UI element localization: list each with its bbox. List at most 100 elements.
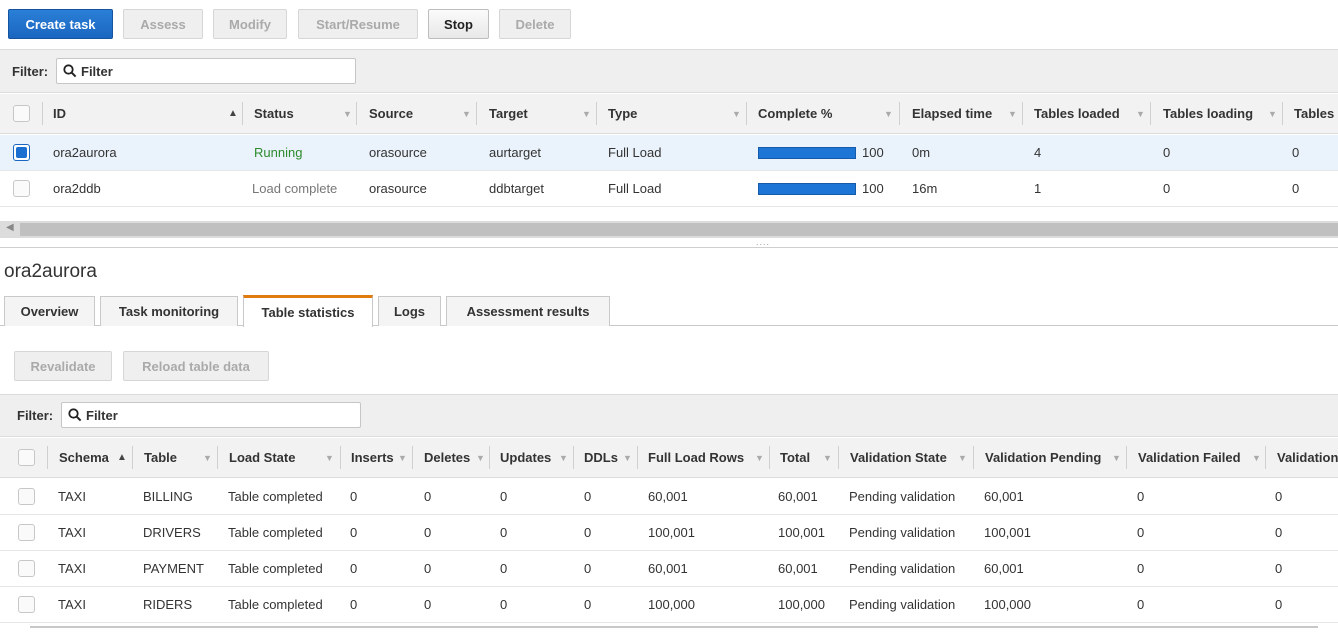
table-row[interactable]: ora2aurora Running orasource aurtarget F… xyxy=(0,135,1338,171)
col-target[interactable]: Target xyxy=(489,94,528,133)
progress-bar xyxy=(758,183,856,195)
cell-inserts: 0 xyxy=(350,489,358,504)
table-row[interactable]: ora2ddb Load complete orasource ddbtarge… xyxy=(0,171,1338,207)
table-row[interactable]: TAXI DRIVERS Table completed 0 0 0 0 100… xyxy=(0,515,1338,551)
revalidate-button[interactable]: Revalidate xyxy=(14,351,112,381)
resize-handle[interactable]: .... xyxy=(0,237,1338,248)
stop-button[interactable]: Stop xyxy=(428,9,489,39)
col-type[interactable]: Type xyxy=(608,94,637,133)
tasks-filter-placeholder: Filter xyxy=(81,63,113,79)
row-checkbox[interactable] xyxy=(18,596,35,613)
assess-button[interactable]: Assess xyxy=(123,9,203,39)
task-tables: 0 xyxy=(1292,145,1300,160)
select-all-tables-checkbox[interactable] xyxy=(18,449,35,466)
task-type: Full Load xyxy=(608,181,662,196)
start-resume-button[interactable]: Start/Resume xyxy=(298,9,418,39)
cell-deletes: 0 xyxy=(424,561,432,576)
select-all-tasks-checkbox[interactable] xyxy=(13,105,30,122)
cell-full-load-rows: 60,001 xyxy=(648,561,688,576)
stats-filter-input[interactable]: Filter xyxy=(61,402,361,428)
cell-total: 100,001 xyxy=(778,525,825,540)
chevron-down-icon: ▼ xyxy=(732,108,741,119)
tasks-filter-label: Filter: xyxy=(12,64,49,79)
detail-title: ora2aurora xyxy=(4,261,97,282)
row-checkbox[interactable] xyxy=(13,180,30,197)
col-load-state[interactable]: Load State xyxy=(229,438,295,477)
sort-ascending-icon: ▲ xyxy=(228,108,238,119)
task-tables: 0 xyxy=(1292,181,1300,196)
cell-total: 100,000 xyxy=(778,597,825,612)
tab-assessment-results[interactable]: Assessment results xyxy=(446,296,610,326)
cell-deletes: 0 xyxy=(424,525,432,540)
scrollbar-thumb[interactable] xyxy=(20,223,1338,236)
col-full-load-rows[interactable]: Full Load Rows xyxy=(648,438,744,477)
chevron-down-icon: ▼ xyxy=(1136,108,1145,119)
col-validation-state[interactable]: Validation State xyxy=(850,438,947,477)
col-ddls[interactable]: DDLs xyxy=(584,438,618,477)
col-table[interactable]: Table xyxy=(144,438,177,477)
col-elapsed[interactable]: Elapsed time xyxy=(912,94,992,133)
task-elapsed: 0m xyxy=(912,145,931,160)
row-checkbox[interactable] xyxy=(18,488,35,505)
col-status[interactable]: Status xyxy=(254,94,294,133)
modify-button[interactable]: Modify xyxy=(213,9,287,39)
chevron-down-icon: ▼ xyxy=(623,452,632,463)
col-tables[interactable]: Tables xyxy=(1294,94,1334,133)
search-icon xyxy=(63,64,77,78)
table-row[interactable]: TAXI PAYMENT Table completed 0 0 0 0 60,… xyxy=(0,551,1338,587)
scroll-left-arrow-icon[interactable]: ◀ xyxy=(6,222,14,233)
create-task-button[interactable]: Create task xyxy=(8,9,113,39)
cell-total: 60,001 xyxy=(778,489,818,504)
cell-full-load-rows: 60,001 xyxy=(648,489,688,504)
stats-filter-bar: Filter: Filter xyxy=(0,394,1338,437)
col-updates[interactable]: Updates xyxy=(500,438,551,477)
tasks-filter-input[interactable]: Filter xyxy=(56,58,356,84)
col-total[interactable]: Total xyxy=(780,438,810,477)
tasks-table-header: ID ▲ Status ▼ Source ▼ Target ▼ Type ▼ C… xyxy=(0,94,1338,134)
col-deletes[interactable]: Deletes xyxy=(424,438,470,477)
horizontal-scrollbar[interactable]: ◀ xyxy=(0,221,1338,238)
table-row[interactable]: TAXI RIDERS Table completed 0 0 0 0 100,… xyxy=(0,587,1338,623)
task-id: ora2aurora xyxy=(53,145,117,160)
cell-schema: TAXI xyxy=(58,489,86,504)
col-tables-loaded[interactable]: Tables loaded xyxy=(1034,94,1120,133)
col-tables-loading[interactable]: Tables loading xyxy=(1163,94,1253,133)
tab-logs[interactable]: Logs xyxy=(378,296,441,326)
col-validation-failed[interactable]: Validation Failed xyxy=(1138,438,1241,477)
reload-table-data-button[interactable]: Reload table data xyxy=(123,351,269,381)
task-id: ora2ddb xyxy=(53,181,101,196)
chevron-down-icon: ▼ xyxy=(884,108,893,119)
stats-filter-placeholder: Filter xyxy=(86,407,118,423)
cell-validation-state: Pending validation xyxy=(849,561,956,576)
cell-inserts: 0 xyxy=(350,597,358,612)
cell-full-load-rows: 100,001 xyxy=(648,525,695,540)
chevron-down-icon: ▼ xyxy=(823,452,832,463)
chevron-down-icon: ▼ xyxy=(203,452,212,463)
table-row[interactable]: TAXI BILLING Table completed 0 0 0 0 60,… xyxy=(0,479,1338,515)
cell-ddls: 0 xyxy=(584,561,592,576)
col-validation-pending[interactable]: Validation Pending xyxy=(985,438,1101,477)
task-target: aurtarget xyxy=(489,145,542,160)
tab-table-statistics[interactable]: Table statistics xyxy=(243,295,373,327)
row-checkbox[interactable] xyxy=(13,144,30,161)
cell-validation-failed: 0 xyxy=(1137,525,1145,540)
row-checkbox[interactable] xyxy=(18,524,35,541)
chevron-down-icon: ▼ xyxy=(755,452,764,463)
col-source[interactable]: Source xyxy=(369,94,413,133)
sort-ascending-icon: ▲ xyxy=(117,452,127,463)
cell-inserts: 0 xyxy=(350,525,358,540)
col-complete[interactable]: Complete % xyxy=(758,94,832,133)
tab-task-monitoring[interactable]: Task monitoring xyxy=(100,296,238,326)
row-checkbox[interactable] xyxy=(18,560,35,577)
col-schema[interactable]: Schema xyxy=(59,438,109,477)
chevron-down-icon: ▼ xyxy=(398,452,407,463)
col-id[interactable]: ID xyxy=(53,94,66,133)
col-inserts[interactable]: Inserts xyxy=(351,438,394,477)
col-validation[interactable]: Validation xyxy=(1277,438,1338,477)
bottom-scrollbar-edge xyxy=(30,626,1318,628)
tab-overview[interactable]: Overview xyxy=(4,296,95,326)
chevron-down-icon: ▼ xyxy=(1252,452,1261,463)
cell-validation-pending: 100,000 xyxy=(984,597,1031,612)
delete-button[interactable]: Delete xyxy=(499,9,571,39)
chevron-down-icon: ▼ xyxy=(559,452,568,463)
